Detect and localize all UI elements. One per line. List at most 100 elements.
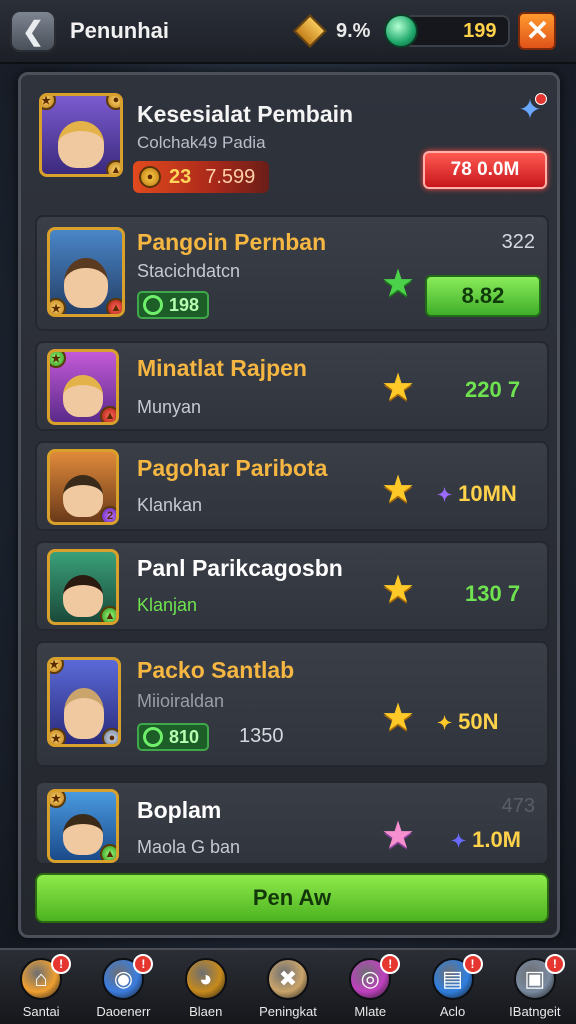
notification-badge: ! [462, 954, 483, 974]
nav-item-4[interactable]: ◎! Mlate [334, 954, 406, 1019]
gem-icon: ✦ [437, 485, 453, 505]
character-face-icon [63, 474, 103, 517]
character-face-icon [63, 374, 103, 417]
notification-badge: ! [51, 954, 72, 974]
nav-label: Blaen [189, 1004, 223, 1019]
back-arrow-icon: ❮ [22, 15, 44, 46]
gem-counter[interactable]: 199 [384, 14, 511, 48]
row-value-text: 50N [458, 709, 499, 734]
tools-icon: ✖ [266, 958, 309, 1000]
row-name: Pagohar Paribota [137, 455, 328, 481]
nav-label: Mlate [354, 1004, 387, 1019]
nav-label: IBatngeit [509, 1004, 561, 1019]
value-button[interactable]: 8.82 [425, 275, 541, 317]
nav-label: Peningkat [259, 1004, 317, 1019]
badge-icon: ★ [50, 792, 66, 808]
nav-label: Daoenerr [96, 1004, 151, 1019]
badge-icon: ★ [50, 352, 66, 368]
nav-label: Santai [22, 1004, 60, 1019]
row-value: ✦ 50N [437, 709, 498, 735]
close-icon: ✕ [525, 15, 550, 46]
row-side-number: 322 [501, 231, 535, 253]
star-icon: ★ [381, 469, 416, 511]
pink-star-icon: ★ [381, 815, 416, 857]
player-name: Kesesialat Pembain [137, 101, 354, 127]
row-subtitle: Stacichdatcn [137, 261, 241, 281]
spark-icon: ✦ [437, 713, 453, 733]
nav-item-3[interactable]: ✖ Peningkat [252, 958, 324, 1019]
badge-icon: ★ [42, 96, 56, 110]
star-icon: ★ [381, 569, 416, 611]
row-subtitle: Maola G ban [137, 837, 241, 857]
row-value-text: 10MN [458, 481, 517, 506]
notification-badge: ! [544, 954, 565, 974]
player-face-icon [57, 120, 105, 168]
list-item[interactable]: 2 Pagohar Paribota Klankan ★ ✦ 10MN [35, 441, 549, 531]
badge-icon: ★ [50, 298, 66, 314]
row-value: ✦ 1.0M [451, 827, 521, 853]
coin-value: 9.% [336, 19, 371, 42]
list-item[interactable]: ★ ★ ● Packo Santlab Miioiraldan 810 1350… [35, 641, 549, 767]
page-title: Penunhai [70, 18, 170, 43]
notification-badge: ! [380, 954, 401, 974]
nav-item-6[interactable]: ▣! IBatngeit [499, 954, 571, 1019]
bottom-nav: ⌂! Santai ◉! Daoenerr ◕ Blaen ✖ Peningkat ◎! Mlat… [0, 948, 576, 1024]
top-bar: ❮ Penunhai 9.% 199 ✕ [0, 0, 576, 64]
coin-counter: 9.% [293, 14, 371, 48]
claim-button[interactable]: 78 0.0M [423, 151, 547, 189]
nav-item-0[interactable]: ⌂! Santai [5, 954, 77, 1019]
medal-icon: ▲ [100, 406, 116, 422]
medal-icon: ▲ [100, 844, 116, 860]
row-side-number: 473 [501, 795, 535, 817]
row-value: 130 7 [465, 581, 521, 606]
star-icon: ★ [381, 367, 416, 409]
list-item[interactable]: ▲ Panl Parikcagosbn Klanjan ★ 130 7 [35, 541, 549, 631]
row-subtitle: Munyan [137, 397, 202, 417]
row-subtitle: Klankan [137, 495, 203, 515]
score-pill-value: 198 [169, 294, 200, 315]
avatar: ★ ▲ [47, 349, 119, 425]
player-header-card: ★ ● ▲ Kesesialat Pembain Colchak49 Padia… [35, 85, 547, 203]
avatar: ★ ▲ [47, 227, 125, 317]
row-name: Minatlat Rajpen [137, 355, 307, 381]
avatar: 2 [47, 449, 119, 525]
list-item[interactable]: ★ ▲ Minatlat Rajpen Munyan ★ 220 7 [35, 341, 549, 431]
row-extra-number: 1350 [239, 725, 284, 747]
badge-icon: ★ [50, 728, 66, 744]
nav-label: Aclo [439, 1004, 466, 1019]
clock-icon: ◕ [184, 958, 227, 1000]
row-value: 220 7 [465, 377, 521, 402]
character-face-icon [63, 574, 103, 617]
row-name: Pangoin Pernban [137, 229, 327, 255]
avatar: ★ ★ ● [47, 657, 121, 747]
character-face-icon [63, 813, 103, 855]
list-item[interactable]: ★ ▲ Pangoin Pernban Stacichdatcn 198 322… [35, 215, 549, 331]
row-name: Packo Santlab [137, 657, 295, 683]
nav-item-1[interactable]: ◉! Daoenerr [87, 954, 159, 1019]
row-subtitle: Miioiraldan [137, 691, 225, 711]
player-subtitle: Colchak49 Padia [137, 133, 266, 152]
back-button[interactable]: ❮ [10, 10, 56, 52]
list-item[interactable]: ★ ▲ Boplam Maola G ban 473 ★ ✦ 1.0M [35, 781, 549, 865]
character-face-icon [64, 257, 108, 309]
star-badge-icon: ★ [50, 660, 64, 674]
medal-icon: ● [102, 728, 118, 744]
medal-icon: ▲ [106, 298, 122, 314]
green-star-icon: ★ [381, 263, 416, 305]
score-pill: 198 [137, 291, 210, 319]
nav-item-2[interactable]: ◕ Blaen [170, 958, 242, 1019]
close-button[interactable]: ✕ [518, 12, 557, 50]
gem-value: 199 [404, 15, 511, 47]
score-pill-value: 810 [169, 726, 200, 747]
crest-icon: ▲ [106, 160, 120, 174]
medal-icon: 2 [100, 506, 116, 522]
leaderboard-panel: ★ ● ▲ Kesesialat Pembain Colchak49 Padia… [18, 72, 560, 938]
player-level: 23 [169, 165, 192, 188]
row-name: Panl Parikcagosbn [137, 555, 343, 581]
row-name: Boplam [137, 797, 222, 823]
character-face-icon [63, 688, 105, 739]
player-avatar[interactable]: ★ ● ▲ [39, 93, 123, 177]
main-action-button[interactable]: Pen Aw [35, 873, 549, 923]
nav-item-5[interactable]: ▤! Aclo [417, 954, 489, 1019]
pin-icon[interactable]: ✦ [513, 93, 547, 127]
